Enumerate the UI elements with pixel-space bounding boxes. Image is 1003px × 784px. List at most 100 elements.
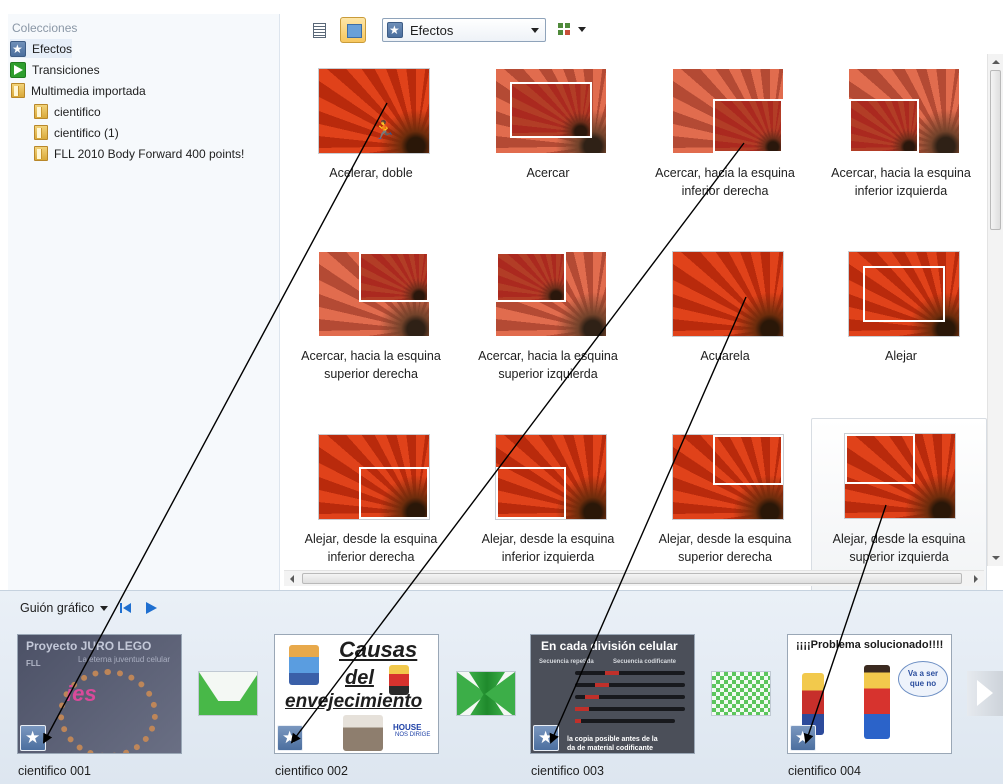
- effect-caption: Acercar, hacia la esquina inferior derec…: [655, 166, 795, 198]
- arrange-icon[interactable]: [556, 21, 588, 39]
- sidebar-item-cientifico-1[interactable]: cientifico (1): [34, 123, 119, 142]
- sidebar-item-label: Transiciones: [32, 62, 100, 77]
- slide-title: En cada división celular: [541, 639, 678, 653]
- sidebar-item-transiciones[interactable]: Transiciones: [10, 60, 100, 79]
- effect-star-icon[interactable]: [790, 725, 816, 751]
- effect-caption: Acercar, hacia la esquina inferior izqui…: [831, 166, 971, 198]
- scroll-right-icon[interactable]: [974, 575, 978, 583]
- sidebar-item-label: Multimedia importada: [31, 83, 146, 98]
- clip-label: cientifico 002: [275, 764, 348, 778]
- sidebar-item-label: Efectos: [32, 41, 73, 56]
- bubble-line-1: Va a ser: [907, 669, 939, 678]
- chevron-down-icon: [531, 28, 539, 33]
- dropdown-value: Efectos: [410, 22, 454, 38]
- effect-thumbnail: [849, 69, 959, 153]
- scroll-up-icon[interactable]: [992, 60, 1000, 64]
- storyboard-title[interactable]: Guión gráfico: [20, 601, 94, 615]
- slide-logo: FLL: [26, 659, 41, 668]
- effect-tile[interactable]: Acercar, hacia la esquina inferior izqui…: [813, 56, 989, 236]
- sidebar-item-label: cientifico (1): [54, 125, 119, 140]
- slide-subtitle: La eterna juventud celular: [78, 655, 171, 664]
- clip-label: cientifico 003: [531, 764, 604, 778]
- thumbnail-view-icon[interactable]: [340, 17, 366, 43]
- effect-tile[interactable]: Acuarela: [637, 239, 813, 419]
- effect-thumbnail: [319, 435, 429, 519]
- effect-caption: Acercar, hacia la esquina superior derec…: [301, 349, 441, 381]
- effect-caption: Alejar, desde la esquina inferior derech…: [304, 532, 438, 564]
- next-clip-icon[interactable]: [967, 671, 1003, 716]
- scroll-left-icon[interactable]: [290, 575, 294, 583]
- speech-bubble: Va a ser que no: [898, 661, 948, 697]
- slide-house-sub: NOS DIRIGE: [395, 732, 431, 738]
- collections-heading: Colecciones: [12, 21, 78, 35]
- star-icon: [10, 40, 26, 57]
- transition-wedge[interactable]: [198, 671, 258, 716]
- effect-tile[interactable]: Acercar, hacia la esquina superior derec…: [283, 239, 459, 419]
- effect-caption: Acercar, hacia la esquina superior izqui…: [478, 349, 618, 381]
- folder-icon: [34, 104, 48, 119]
- effect-tile[interactable]: Alejar: [813, 239, 989, 419]
- effect-caption: Acuarela: [700, 349, 750, 363]
- effect-caption: Acelerar, doble: [329, 166, 413, 180]
- play-icon: [10, 61, 26, 78]
- clip-label: cientifico 001: [18, 764, 91, 778]
- slide-col-2: Secuencia codificante: [613, 659, 677, 665]
- slide-title: ¡¡¡¡Problema solucionado!!!!: [796, 639, 944, 651]
- scrollbar-thumb[interactable]: [302, 573, 962, 584]
- effect-tile[interactable]: Acercar, hacia la esquina inferior derec…: [637, 56, 813, 236]
- sidebar-item-label: cientifico: [54, 104, 101, 119]
- slide-col-1: Secuencia repetida: [539, 659, 594, 665]
- window: Colecciones Efectos Transiciones Multime…: [0, 0, 1003, 784]
- effect-thumbnail: [496, 252, 606, 336]
- effect-thumbnail: [849, 252, 959, 336]
- slide-footer-1: la copia posible antes de la: [567, 736, 658, 743]
- slide-house: HOUSE: [393, 723, 422, 732]
- effect-thumbnail: [673, 252, 783, 336]
- sidebar-item-efectos[interactable]: Efectos: [10, 39, 73, 58]
- effect-tile[interactable]: Acercar, hacia la esquina superior izqui…: [460, 239, 636, 419]
- folder-icon: [34, 146, 48, 161]
- effect-star-icon[interactable]: [277, 725, 303, 751]
- sidebar-item-multimedia[interactable]: Multimedia importada: [11, 81, 146, 100]
- effect-thumbnail: [319, 252, 429, 336]
- effect-thumbnail: [496, 435, 606, 519]
- list-view-icon[interactable]: [305, 17, 331, 43]
- star-icon: [387, 22, 403, 38]
- storyboard-header: Guión gráfico: [20, 601, 158, 615]
- toolbar: Efectos: [300, 17, 600, 45]
- slide-title: Proyecto JURO LEGO: [26, 639, 152, 653]
- sidebar-item-cientifico[interactable]: cientifico: [34, 102, 101, 121]
- slide-brand: ies: [66, 681, 97, 706]
- horizontal-scrollbar[interactable]: [284, 570, 984, 586]
- vertical-scrollbar[interactable]: [987, 54, 1003, 566]
- sidebar-item-fll[interactable]: FLL 2010 Body Forward 400 points!: [34, 144, 244, 163]
- storyboard-panel: Guión gráfico Proyecto JURO LEGO La eter…: [0, 590, 1003, 784]
- effect-thumbnail: [673, 69, 783, 153]
- chevron-down-icon[interactable]: [100, 605, 109, 611]
- effect-caption: Alejar, desde la esquina superior izquie…: [832, 532, 966, 564]
- effect-star-icon[interactable]: [20, 725, 46, 751]
- storyboard-clip[interactable]: En cada división celular Secuencia repet…: [530, 634, 695, 754]
- storyboard-clip[interactable]: Proyecto JURO LEGO La eterna juventud ce…: [17, 634, 182, 754]
- sidebar-item-label: FLL 2010 Body Forward 400 points!: [54, 146, 245, 161]
- storyboard-clip[interactable]: ¡¡¡¡Problema solucionado!!!! Va a ser qu…: [787, 634, 952, 754]
- collection-dropdown[interactable]: Efectos: [382, 18, 546, 42]
- rewind-icon[interactable]: [120, 603, 132, 613]
- effect-caption: Alejar: [885, 349, 917, 363]
- storyboard-clip[interactable]: Causas del envejecimiento HOUSE NOS DIRI…: [274, 634, 439, 754]
- play-icon[interactable]: [146, 602, 158, 614]
- effect-star-icon[interactable]: [533, 725, 559, 751]
- slide-footer-2: da de material codificante: [567, 745, 653, 752]
- transition-checker[interactable]: [711, 671, 771, 716]
- effect-tile[interactable]: 🏃 Acelerar, doble: [283, 56, 459, 236]
- bubble-line-2: que no: [909, 679, 937, 688]
- transition-bowtie[interactable]: [456, 671, 516, 716]
- slide-line-3: envejecimiento: [285, 691, 423, 712]
- clip-label: cientifico 004: [788, 764, 861, 778]
- collections-sidebar: Colecciones Efectos Transiciones Multime…: [8, 14, 280, 590]
- effect-tile[interactable]: Acercar: [460, 56, 636, 236]
- folder-icon: [34, 125, 48, 140]
- slide-line-1: Causas: [339, 637, 418, 662]
- scroll-down-icon[interactable]: [992, 556, 1000, 560]
- scrollbar-thumb[interactable]: [990, 70, 1001, 230]
